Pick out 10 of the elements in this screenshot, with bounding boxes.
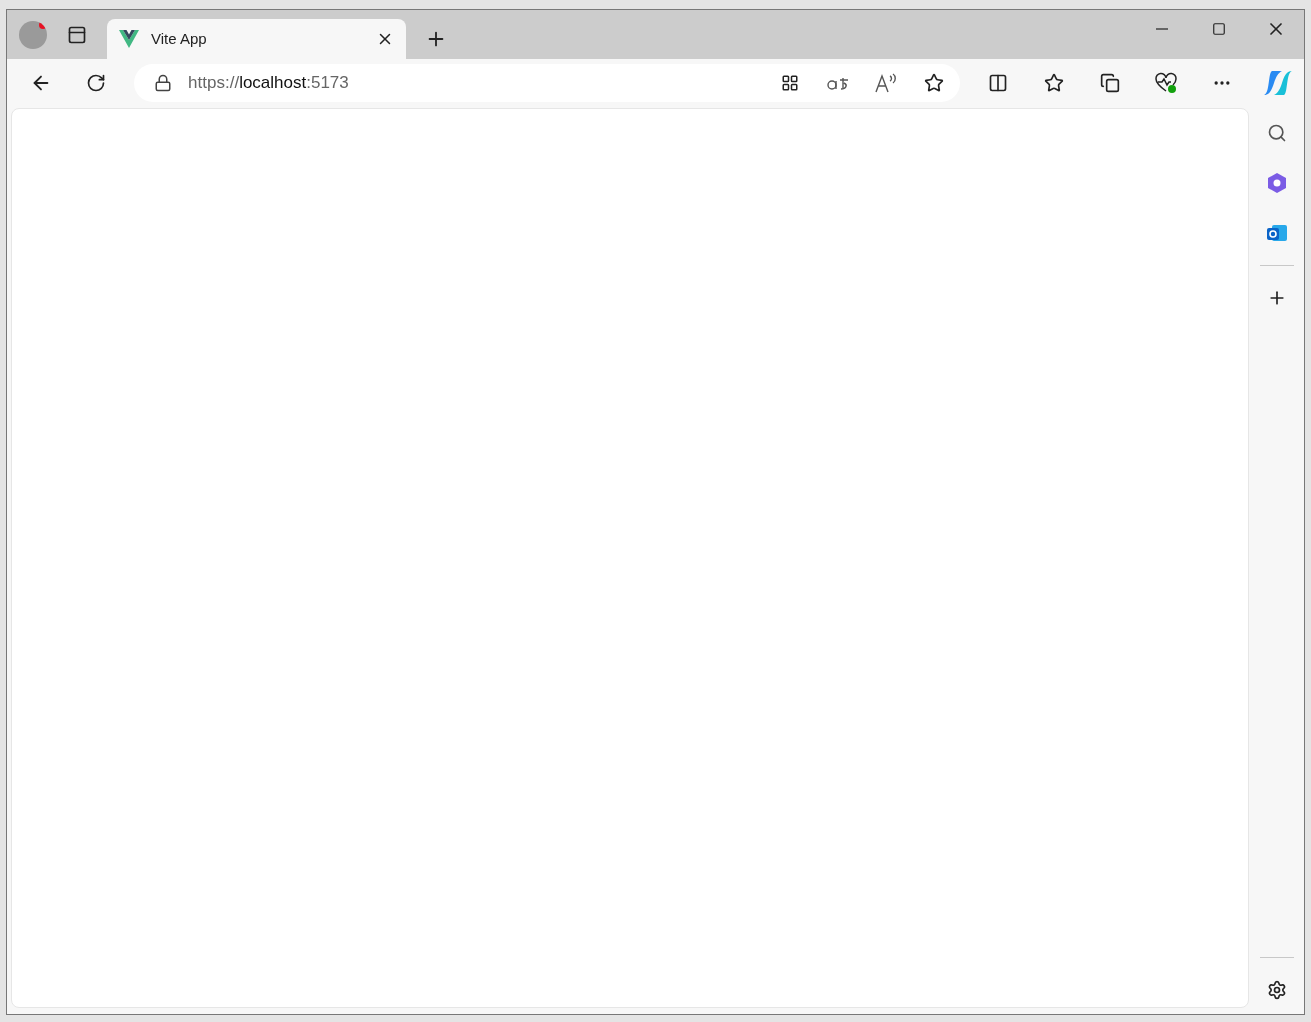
v-logo-icon — [119, 30, 139, 48]
lock-icon — [154, 74, 173, 92]
minimize-icon — [1155, 28, 1168, 30]
url-text: https://localhost:5173 — [188, 72, 350, 95]
profile-avatar[interactable] — [19, 20, 47, 49]
maximize-icon — [1211, 22, 1226, 36]
address-bar[interactable]: https://localhost:5173 — [134, 64, 960, 102]
tab-title: Vite App — [151, 28, 208, 49]
browser-tab[interactable]: Vite App — [107, 19, 406, 59]
refresh-icon — [86, 73, 107, 93]
